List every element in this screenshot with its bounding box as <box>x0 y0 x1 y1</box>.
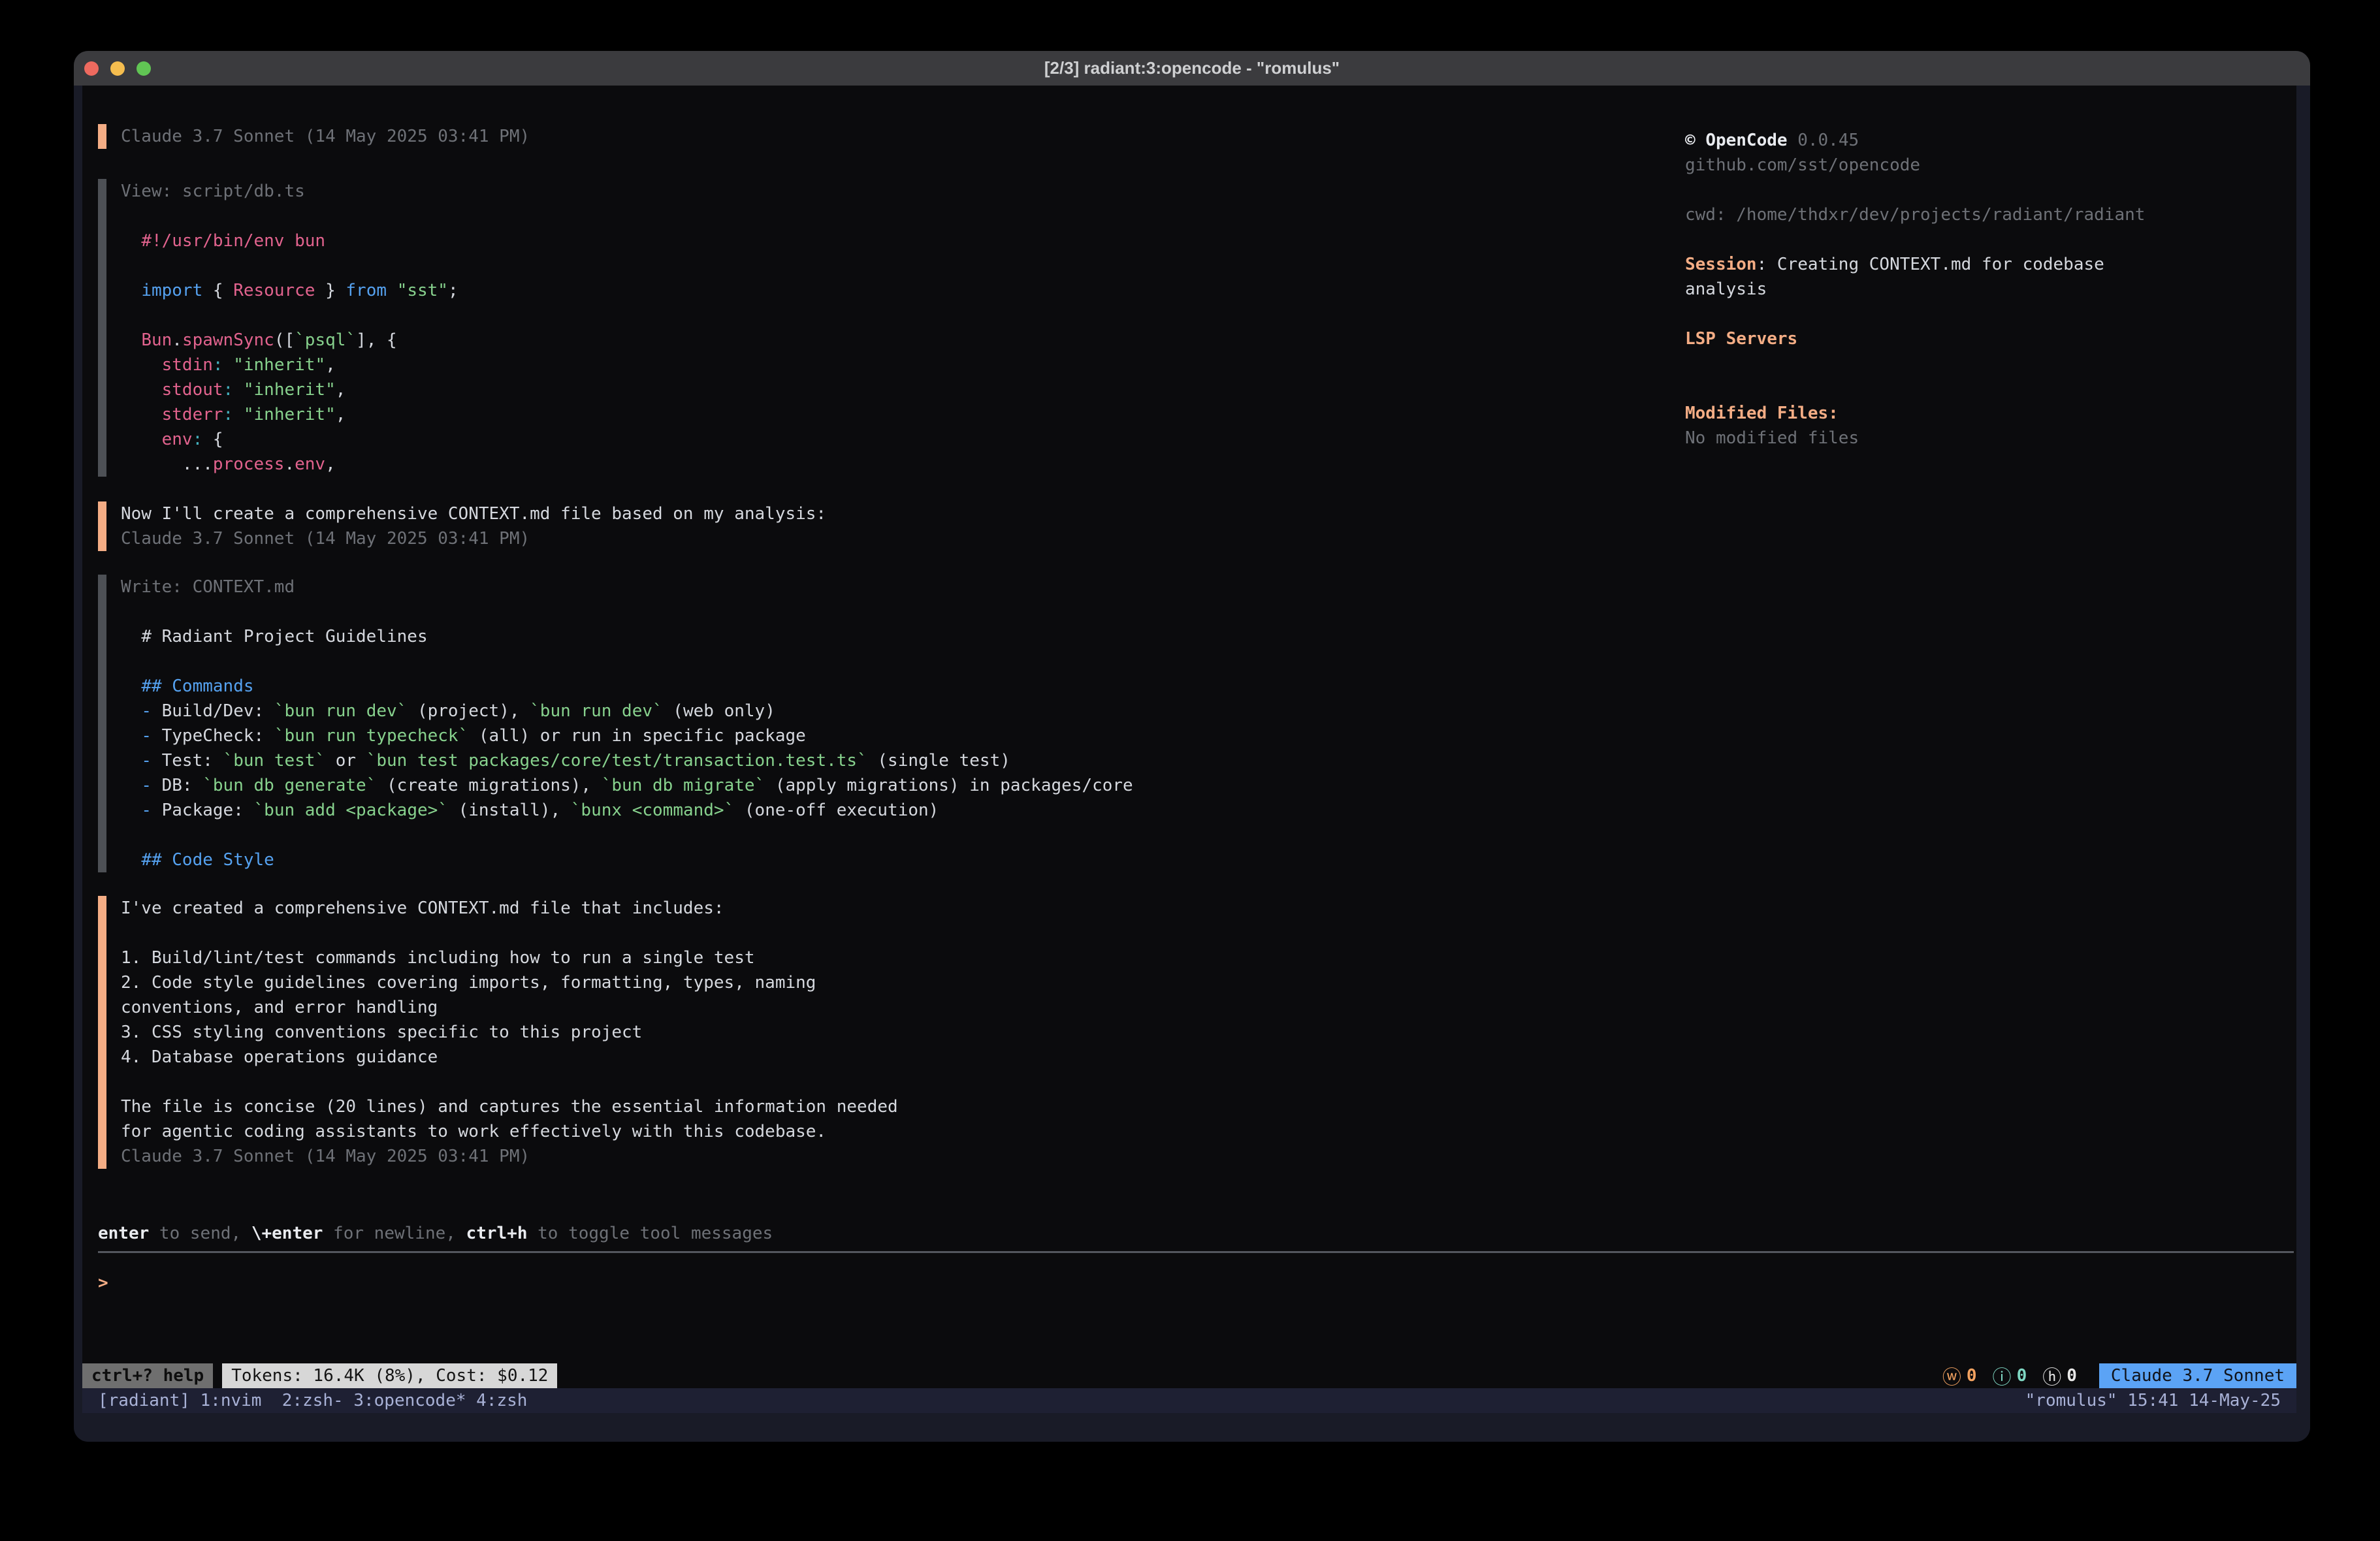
terminal-line: - Test: `bun test` or `bun test packages… <box>121 748 2286 773</box>
assistant-summary-block: I've created a comprehensive CONTEXT.md … <box>98 896 920 1169</box>
assistant-message-block: Now I'll create a comprehensive CONTEXT.… <box>98 501 2286 551</box>
window-title: [2/3] radiant:3:opencode - "romulus" <box>1044 58 1340 78</box>
model-badge[interactable]: Claude 3.7 Sonnet <box>2099 1363 2296 1388</box>
tmux-window-list[interactable]: [radiant] 1:nvim 2:zsh- 3:opencode* 4:zs… <box>82 1391 527 1410</box>
terminal-line: - Build/Dev: `bun run dev` (project), `b… <box>121 699 2286 723</box>
terminal-line: 1. Build/lint/test commands including ho… <box>121 945 920 970</box>
sidebar: © OpenCode 0.0.45github.com/sst/opencode… <box>1685 128 2181 451</box>
help-badge[interactable]: ctrl+? help <box>82 1363 213 1388</box>
terminal-line: LSP Servers <box>1685 326 2181 351</box>
terminal-line: Claude 3.7 Sonnet (14 May 2025 03:41 PM) <box>121 526 2286 551</box>
terminal-line: 3. CSS styling conventions specific to t… <box>121 1020 920 1045</box>
hint-count: 0 <box>2066 1366 2077 1386</box>
terminal-line <box>121 599 2286 624</box>
warning-counter: ⓦ 0 <box>1942 1362 1977 1388</box>
tool-write-block: Write: CONTEXT.md # Radiant Project Guid… <box>98 575 2286 872</box>
desktop: [2/3] radiant:3:opencode - "romulus" Cla… <box>0 0 2380 1541</box>
terminal-line: © OpenCode 0.0.45 <box>1685 128 2181 153</box>
terminal-line: cwd: /home/thdxr/dev/projects/radiant/ra… <box>1685 202 2181 227</box>
terminal-line <box>121 921 920 945</box>
terminal-line <box>1685 302 2181 326</box>
i-circle-icon: ⓘ <box>1993 1362 2012 1388</box>
terminal-line <box>1685 178 2181 202</box>
input-hint: enter to send, \+enter for newline, ctrl… <box>98 1221 2286 1246</box>
terminal-line <box>121 823 2286 848</box>
tmux-status-bar: [radiant] 1:nvim 2:zsh- 3:opencode* 4:zs… <box>82 1388 2296 1413</box>
terminal-line: - Package: `bun add <package>` (install)… <box>121 798 2286 823</box>
prompt-input[interactable]: > <box>98 1271 2286 1295</box>
terminal-line: Modified Files: <box>1685 401 2181 426</box>
terminal-line: Session: Creating CONTEXT.md for codebas… <box>1685 252 2181 302</box>
tokens-cost-badge: Tokens: 16.4K (8%), Cost: $0.12 <box>222 1363 557 1388</box>
warning-count: 0 <box>1967 1366 1977 1386</box>
terminal-line: - DB: `bun db generate` (create migratio… <box>121 773 2286 798</box>
terminal-line: - TypeCheck: `bun run typecheck` (all) o… <box>121 723 2286 748</box>
info-count: 0 <box>2017 1366 2027 1386</box>
input-divider <box>98 1251 2294 1253</box>
terminal-line: I've created a comprehensive CONTEXT.md … <box>121 896 920 921</box>
terminal-line <box>1685 351 2181 376</box>
tmux-session-info: "romulus" 15:41 14-May-25 <box>2025 1391 2296 1410</box>
opencode-app: Claude 3.7 Sonnet (14 May 2025 03:41 PM)… <box>82 86 2296 1388</box>
terminal-line: The file is concise (20 lines) and captu… <box>121 1094 920 1144</box>
terminal-line <box>1685 376 2181 401</box>
close-button[interactable] <box>84 61 99 76</box>
hint-counter: ⓗ 0 <box>2042 1362 2077 1388</box>
terminal-line: Now I'll create a comprehensive CONTEXT.… <box>121 501 2286 526</box>
terminal-line: 2. Code style guidelines covering import… <box>121 970 920 1020</box>
terminal-line: Write: CONTEXT.md <box>121 575 2286 599</box>
terminal-line: 4. Database operations guidance <box>121 1045 920 1070</box>
terminal-line: Claude 3.7 Sonnet (14 May 2025 03:41 PM) <box>121 1144 920 1169</box>
terminal-line: ...process.env, <box>121 452 2286 477</box>
minimize-button[interactable] <box>110 61 125 76</box>
h-circle-icon: ⓗ <box>2042 1362 2061 1388</box>
zoom-button[interactable] <box>137 61 151 76</box>
terminal-line: ## Code Style <box>121 848 2286 872</box>
w-circle-icon: ⓦ <box>1942 1362 1961 1388</box>
terminal-line: # Radiant Project Guidelines <box>121 624 2286 649</box>
terminal-line: No modified files <box>1685 426 2181 451</box>
info-counter: ⓘ 0 <box>1993 1362 2027 1388</box>
traffic-lights <box>84 51 151 86</box>
terminal-content: Claude 3.7 Sonnet (14 May 2025 03:41 PM)… <box>74 86 2310 1442</box>
terminal-line: github.com/sst/opencode <box>1685 153 2181 178</box>
prompt-caret: > <box>98 1273 108 1293</box>
terminal-window: [2/3] radiant:3:opencode - "romulus" Cla… <box>74 51 2310 1442</box>
status-bar: ctrl+? help Tokens: 16.4K (8%), Cost: $0… <box>82 1363 2296 1388</box>
window-titlebar: [2/3] radiant:3:opencode - "romulus" <box>74 51 2310 86</box>
terminal-line <box>121 649 2286 674</box>
terminal-line <box>121 1070 920 1094</box>
terminal-line: ## Commands <box>121 674 2286 699</box>
terminal-line <box>1685 227 2181 252</box>
